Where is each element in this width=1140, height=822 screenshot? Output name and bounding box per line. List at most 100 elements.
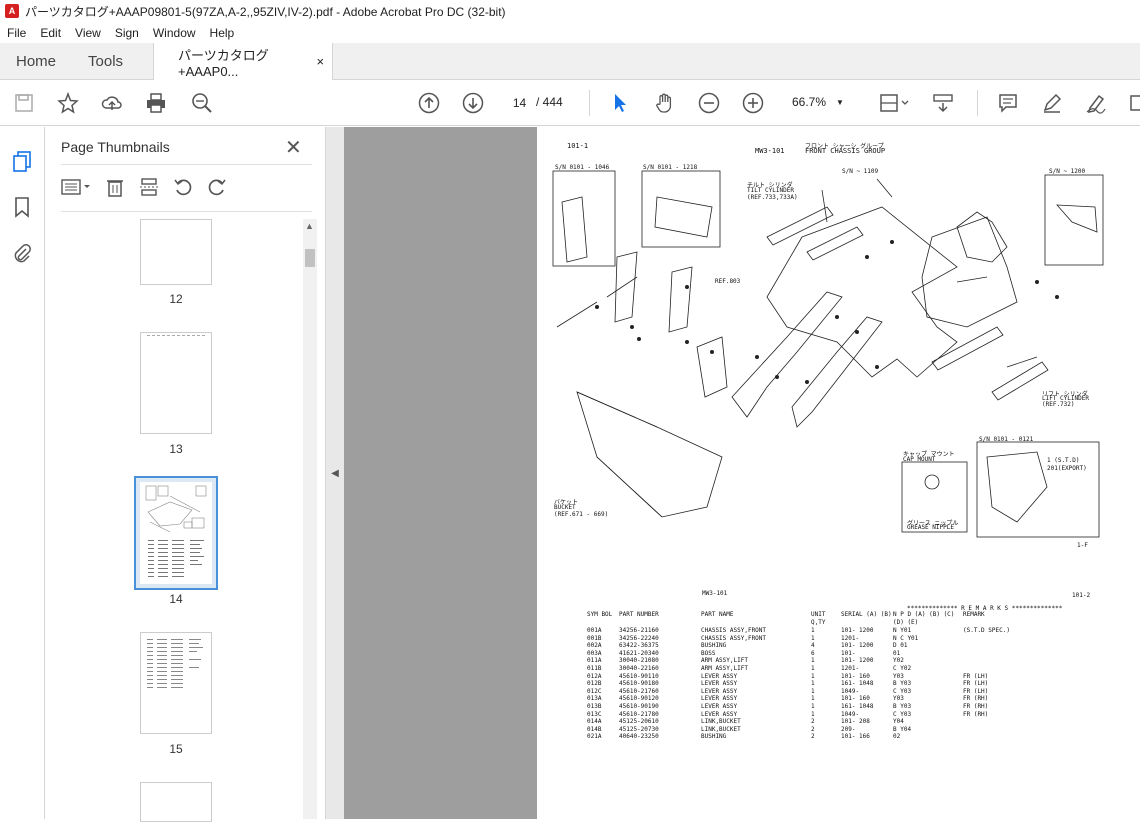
table-cell: 013C bbox=[587, 710, 602, 718]
panel-title: Page Thumbnails bbox=[61, 139, 170, 155]
print-icon[interactable] bbox=[144, 91, 168, 115]
page-number-input[interactable]: 14 bbox=[505, 90, 534, 114]
previous-page-icon[interactable] bbox=[417, 91, 441, 115]
bookmark-star-icon[interactable] bbox=[56, 91, 80, 115]
menu-sign[interactable]: Sign bbox=[108, 26, 146, 40]
attachments-icon[interactable] bbox=[10, 241, 34, 265]
table-cell: CHASSIS ASSY,FRONT bbox=[701, 634, 767, 642]
more-tools-icon[interactable] bbox=[1124, 91, 1140, 115]
table-cell: 30040-21080 bbox=[619, 657, 659, 665]
table-cell: FR (RH) bbox=[963, 710, 989, 718]
table-cell: FR (RH) bbox=[963, 695, 989, 703]
thumbnail-page-13[interactable] bbox=[140, 332, 212, 434]
scroll-mode-icon[interactable] bbox=[931, 91, 955, 115]
zoom-select[interactable]: 66.7% ▼ bbox=[786, 90, 854, 114]
diagram-label: (REF.671 - 669) bbox=[554, 511, 609, 518]
delete-page-icon[interactable] bbox=[105, 177, 125, 202]
table-cell: 1 bbox=[811, 664, 815, 672]
menu-edit[interactable]: Edit bbox=[33, 26, 68, 40]
panel-collapse-handle[interactable]: ◀ bbox=[325, 127, 344, 819]
thumbnail-page-14[interactable] bbox=[134, 476, 218, 590]
table-cell: 011B bbox=[587, 664, 602, 672]
left-navigation-rail bbox=[0, 127, 45, 819]
diagram-label: GREASE NIPPLE bbox=[907, 524, 954, 531]
next-page-icon[interactable] bbox=[461, 91, 485, 115]
table-cell: FR (RH) bbox=[963, 702, 989, 710]
table-cell: N C Y01 bbox=[893, 634, 919, 642]
diagram-label: 201(EXPORT) bbox=[1047, 465, 1087, 472]
page-thumbnails-icon[interactable] bbox=[10, 149, 34, 173]
table-cell: 01 bbox=[893, 649, 901, 657]
diagram-label: 1 (S.T.D) bbox=[1047, 457, 1080, 464]
scrollbar-thumb[interactable] bbox=[305, 249, 315, 267]
highlight-pen-icon[interactable] bbox=[1040, 91, 1064, 115]
table-cell: LEVER ASSY bbox=[701, 710, 738, 718]
rotate-right-icon[interactable] bbox=[207, 177, 227, 202]
zoom-in-icon[interactable] bbox=[741, 91, 765, 115]
table-cell: 101- 208 bbox=[841, 718, 870, 726]
menu-help[interactable]: Help bbox=[203, 26, 242, 40]
sign-pen-icon[interactable] bbox=[1084, 91, 1108, 115]
menu-view[interactable]: View bbox=[68, 26, 108, 40]
panel-divider bbox=[61, 164, 312, 165]
tab-document-label: パーツカタログ+AAAP0... bbox=[178, 47, 269, 79]
upload-cloud-icon[interactable] bbox=[100, 91, 124, 115]
diagram-label: S/N 0101 - 1218 bbox=[643, 164, 698, 171]
table-cell: 1 bbox=[811, 702, 815, 710]
page-total: / 444 bbox=[536, 95, 563, 109]
table-cell: Y03 bbox=[893, 695, 904, 703]
table-cell: LEVER ASSY bbox=[701, 672, 738, 680]
table-row: 014B 45125-20730 LINK,BUCKET 2 209- B Y04 bbox=[587, 726, 1023, 734]
extract-pages-icon[interactable] bbox=[139, 177, 159, 202]
table-cell: 101- 160 bbox=[841, 695, 870, 703]
save-icon[interactable] bbox=[12, 91, 36, 115]
table-cell: LEVER ASSY bbox=[701, 680, 738, 688]
table-body: 001A 34256-21160 CHASSIS ASSY,FRONT 1 101- 1… bbox=[587, 627, 1023, 741]
diagram-label: REF.803 bbox=[715, 278, 741, 285]
table-cell: 101- 1200 bbox=[841, 642, 874, 650]
rotate-left-icon[interactable] bbox=[173, 177, 193, 202]
table-cell: 012A bbox=[587, 672, 602, 680]
menu-file[interactable]: File bbox=[0, 26, 33, 40]
table-cell: 1 bbox=[811, 627, 815, 634]
select-cursor-icon[interactable] bbox=[608, 91, 632, 115]
table-cell: 101- 166 bbox=[841, 733, 870, 741]
main-toolbar: 14 / 444 66.7% ▼ bbox=[0, 80, 1140, 126]
toolbar-divider bbox=[589, 90, 590, 116]
thumbnail-page-12[interactable] bbox=[140, 219, 212, 285]
close-icon[interactable]: ✕ bbox=[285, 135, 302, 160]
hand-tool-icon[interactable] bbox=[653, 91, 677, 115]
document-view[interactable]: 101-1 MW3-101 フロント シャーシ グループ FRONT CHASS… bbox=[344, 127, 1140, 819]
column-header: PART NUMBER bbox=[619, 611, 659, 618]
tab-tools[interactable]: Tools bbox=[72, 43, 139, 79]
table-row: 011A 30040-21080 ARM ASSY,LIFT 1 101- 1200 Y0… bbox=[587, 657, 1023, 665]
bookmarks-icon[interactable] bbox=[10, 195, 34, 219]
diagram-label: S/N 0101 - 1046 bbox=[555, 164, 610, 171]
tab-close-icon[interactable]: × bbox=[316, 54, 324, 69]
table-cell: 013A bbox=[587, 695, 602, 703]
diagram-label: S/N 0101 - 0121 bbox=[979, 436, 1034, 443]
thumbnail-page-15[interactable] bbox=[140, 632, 212, 734]
menu-window[interactable]: Window bbox=[146, 26, 203, 40]
window-title: パーツカタログ+AAAP09801-5(97ZA,A-2,,95ZIV,IV-2… bbox=[25, 4, 506, 19]
table-cell: LINK,BUCKET bbox=[701, 725, 741, 733]
toolbar-divider bbox=[977, 90, 978, 116]
table-row: 012B 45610-90180 LEVER ASSY 1 161- 1048 B Y03… bbox=[587, 680, 1023, 688]
collapse-arrow-icon[interactable]: ◀ bbox=[331, 468, 339, 479]
table-row: 002A 63422-36375 BUSHING 4 101- 1200 D 01 bbox=[587, 642, 1023, 650]
scroll-up-icon[interactable]: ▲ bbox=[305, 221, 314, 231]
thumbnail-scrollbar[interactable]: ▲ bbox=[303, 219, 317, 819]
tab-document[interactable]: パーツカタログ+AAAP0... × bbox=[153, 43, 334, 80]
zoom-out-icon[interactable] bbox=[697, 91, 721, 115]
zoom-search-icon[interactable] bbox=[190, 91, 214, 115]
table-cell bbox=[963, 665, 1023, 673]
thumbnail-page-16[interactable] bbox=[140, 782, 212, 822]
tab-home[interactable]: Home bbox=[0, 43, 72, 79]
fit-page-icon[interactable] bbox=[876, 91, 912, 115]
options-menu-icon[interactable] bbox=[61, 178, 91, 201]
diagram-label: BUCKET bbox=[554, 504, 576, 511]
table-cell: 1201- bbox=[841, 634, 860, 642]
table-row: 011B 30040-22160 ARM ASSY,LIFT 1 1201- C Y02 bbox=[587, 665, 1023, 673]
table-cell: BOSS bbox=[701, 649, 716, 657]
comment-icon[interactable] bbox=[996, 91, 1020, 115]
